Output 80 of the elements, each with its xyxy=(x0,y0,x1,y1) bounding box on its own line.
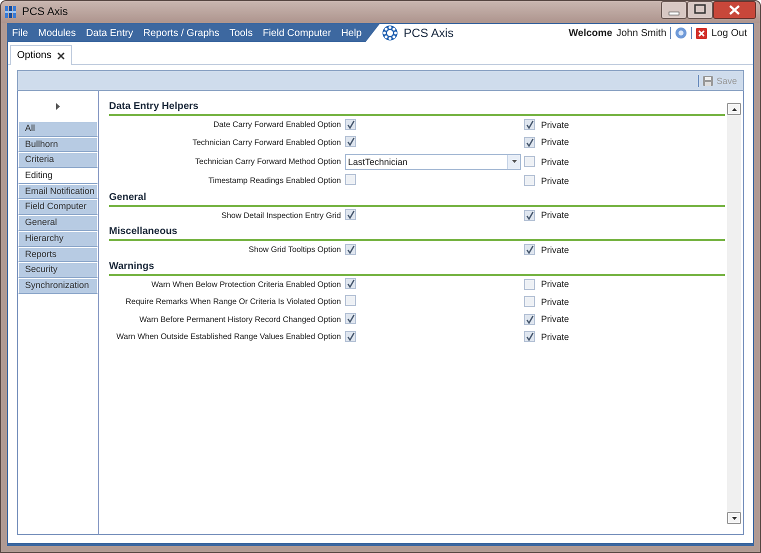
checkbox[interactable] xyxy=(524,210,535,221)
option-label: Warn When Below Protection Criteria Enabled Option xyxy=(150,280,342,289)
sidebar-item[interactable]: Criteria xyxy=(18,152,98,168)
private-label: Private xyxy=(540,137,570,148)
sidebar-item[interactable]: Email Notification xyxy=(18,184,98,200)
option-label: Show Grid Tooltips Option xyxy=(248,245,342,254)
private-label: Private xyxy=(540,332,570,342)
checkbox[interactable] xyxy=(345,295,356,306)
checkbox[interactable] xyxy=(524,244,535,256)
app-icon xyxy=(5,5,16,19)
user-name: John Smith xyxy=(616,28,666,38)
checkbox[interactable] xyxy=(345,136,356,148)
private-label: Private xyxy=(540,210,570,220)
expand-icon[interactable] xyxy=(56,102,60,110)
menu-item[interactable]: Help xyxy=(341,28,362,38)
private-label: Private xyxy=(540,296,570,307)
option-label: Warn When Outside Established Range Values Enabled Option xyxy=(115,332,342,342)
section-title: Data Entry Helpers xyxy=(109,99,725,116)
option-label: Technician Carry Forward Method Option xyxy=(194,157,342,166)
checkbox[interactable] xyxy=(345,330,356,342)
menu-item[interactable]: File xyxy=(12,28,28,38)
logout-link[interactable]: Log Out xyxy=(711,28,747,38)
private-label: Private xyxy=(540,120,570,130)
up-arrow-icon xyxy=(732,108,736,110)
checkbox[interactable] xyxy=(524,314,535,325)
private-label: Private xyxy=(540,156,570,166)
close-icon xyxy=(713,1,756,19)
maximize-icon xyxy=(687,1,713,19)
checkbox[interactable] xyxy=(345,278,356,290)
checkbox[interactable] xyxy=(345,118,356,130)
option-label: Require Remarks When Range Or Criteria Is Violated Option xyxy=(124,297,342,306)
menu-item[interactable]: Data Entry xyxy=(86,28,134,38)
caret-icon xyxy=(512,160,516,163)
checkbox[interactable] xyxy=(345,209,356,220)
private-label: Private xyxy=(540,314,570,324)
private-label: Private xyxy=(540,279,570,290)
checkbox[interactable] xyxy=(345,313,356,324)
option-label: Technician Carry Forward Enabled Option xyxy=(191,138,342,147)
checkbox[interactable] xyxy=(524,331,535,342)
checkbox[interactable] xyxy=(524,296,535,308)
menu-item[interactable]: Reports / Graphs xyxy=(143,28,220,38)
tab[interactable]: Options xyxy=(10,45,72,65)
sidebar-item[interactable]: Hierarchy xyxy=(18,230,98,246)
sidebar-item[interactable]: Synchronization xyxy=(18,278,98,294)
sidebar-item[interactable]: Bullhorn xyxy=(18,136,98,152)
sidebar-item[interactable]: Reports xyxy=(18,246,98,262)
option-label: Warn Before Permanent History Record Changed Option xyxy=(138,314,342,324)
help-icon xyxy=(675,27,688,39)
menu-item[interactable]: Tools xyxy=(229,28,253,38)
checkbox[interactable] xyxy=(524,278,535,290)
option-label: Timestamp Readings Enabled Option xyxy=(207,176,342,186)
checkbox[interactable] xyxy=(524,136,535,148)
down-arrow-icon xyxy=(732,516,736,520)
checkbox[interactable] xyxy=(524,119,535,130)
checkbox[interactable] xyxy=(345,174,356,186)
section-title: Miscellaneous xyxy=(109,224,725,241)
brand-name: PCS Axis xyxy=(404,26,454,40)
sidebar-item[interactable]: Security xyxy=(18,262,98,278)
window-title: PCS Axis xyxy=(22,6,69,18)
option-label: Show Detail Inspection Entry Grid xyxy=(220,210,342,220)
save-icon xyxy=(703,76,714,86)
scrollbar[interactable] xyxy=(727,103,741,524)
checkbox[interactable] xyxy=(345,244,356,255)
checkbox[interactable] xyxy=(524,175,535,186)
menu-item[interactable]: Field Computer xyxy=(262,28,332,38)
welcome-label: Welcome xyxy=(568,28,612,38)
checkbox[interactable] xyxy=(524,156,535,167)
minimize-icon xyxy=(661,1,687,19)
close-icon[interactable] xyxy=(57,52,66,60)
sidebar-item[interactable]: All xyxy=(18,121,98,137)
menu-item[interactable]: Modules xyxy=(38,28,76,38)
logout-icon xyxy=(696,28,708,38)
private-label: Private xyxy=(540,176,570,186)
sidebar-item[interactable]: Field Computer xyxy=(18,199,98,216)
private-label: Private xyxy=(540,244,570,255)
section-title: Warnings xyxy=(109,258,725,276)
section-title: General xyxy=(109,190,725,206)
dropdown-field[interactable]: LastTechnician xyxy=(345,154,521,170)
sidebar-item[interactable]: General xyxy=(18,215,98,231)
option-label: Date Carry Forward Enabled Option xyxy=(212,120,342,130)
